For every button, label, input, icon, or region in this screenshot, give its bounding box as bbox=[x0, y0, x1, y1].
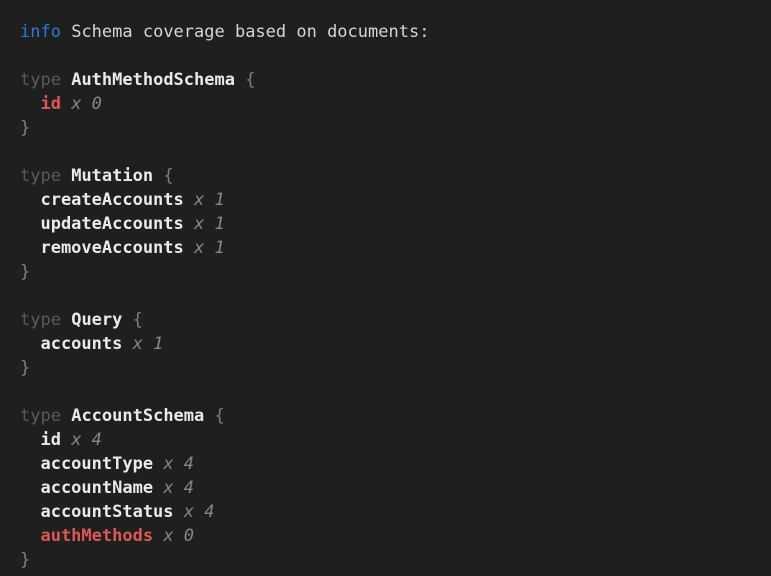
blank-line bbox=[20, 284, 759, 308]
field-coverage-row: authMethods x 0 bbox=[20, 524, 759, 548]
type-name: Mutation bbox=[71, 166, 153, 186]
type-declaration-line: type AccountSchema { bbox=[20, 404, 759, 428]
field-usage-count: x 4 bbox=[71, 430, 102, 450]
field-coverage-row: accountName x 4 bbox=[20, 476, 759, 500]
field-coverage-row: accountStatus x 4 bbox=[20, 500, 759, 524]
type-keyword: type bbox=[20, 310, 61, 330]
type-keyword: type bbox=[20, 166, 61, 186]
field-name: id bbox=[40, 430, 60, 450]
log-message: Schema coverage based on documents: bbox=[71, 22, 429, 42]
type-name: AuthMethodSchema bbox=[71, 70, 235, 90]
field-usage-count: x 4 bbox=[163, 454, 194, 474]
field-name: authMethods bbox=[40, 526, 153, 546]
field-coverage-row: createAccounts x 1 bbox=[20, 188, 759, 212]
field-name: id bbox=[40, 94, 60, 114]
field-coverage-row: accounts x 1 bbox=[20, 332, 759, 356]
type-keyword: type bbox=[20, 70, 61, 90]
field-usage-count: x 0 bbox=[163, 526, 194, 546]
field-coverage-row: id x 0 bbox=[20, 92, 759, 116]
log-level-info-label: info bbox=[20, 22, 61, 42]
type-declaration-line: type Query { bbox=[20, 308, 759, 332]
close-brace-line: } bbox=[20, 260, 759, 284]
close-brace: } bbox=[20, 262, 30, 282]
field-name: accountType bbox=[40, 454, 153, 474]
field-name: accountName bbox=[40, 478, 153, 498]
close-brace-line: } bbox=[20, 548, 759, 572]
field-usage-count: x 4 bbox=[184, 502, 215, 522]
field-usage-count: x 1 bbox=[194, 190, 225, 210]
field-name: createAccounts bbox=[40, 190, 183, 210]
type-name: AccountSchema bbox=[71, 406, 204, 426]
blank-line bbox=[20, 380, 759, 404]
field-coverage-row: updateAccounts x 1 bbox=[20, 212, 759, 236]
type-keyword: type bbox=[20, 406, 61, 426]
field-usage-count: x 4 bbox=[163, 478, 194, 498]
open-brace: { bbox=[215, 406, 225, 426]
field-name: removeAccounts bbox=[40, 238, 183, 258]
field-name: accounts bbox=[40, 334, 122, 354]
open-brace: { bbox=[163, 166, 173, 186]
blank-line bbox=[20, 140, 759, 164]
open-brace: { bbox=[245, 70, 255, 90]
close-brace-line: } bbox=[20, 356, 759, 380]
field-usage-count: x 1 bbox=[194, 214, 225, 234]
field-coverage-row: id x 4 bbox=[20, 428, 759, 452]
field-coverage-row: removeAccounts x 1 bbox=[20, 236, 759, 260]
type-declaration-line: type Mutation { bbox=[20, 164, 759, 188]
type-name: Query bbox=[71, 310, 122, 330]
field-name: accountStatus bbox=[40, 502, 173, 522]
field-usage-count: x 1 bbox=[133, 334, 164, 354]
type-declaration-line: type AuthMethodSchema { bbox=[20, 68, 759, 92]
terminal-output: info Schema coverage based on documents:… bbox=[0, 0, 771, 576]
open-brace: { bbox=[133, 310, 143, 330]
close-brace: } bbox=[20, 118, 30, 138]
blank-line bbox=[20, 44, 759, 68]
field-usage-count: x 1 bbox=[194, 238, 225, 258]
field-usage-count: x 0 bbox=[71, 94, 102, 114]
field-name: updateAccounts bbox=[40, 214, 183, 234]
close-brace-line: } bbox=[20, 116, 759, 140]
close-brace: } bbox=[20, 550, 30, 570]
field-coverage-row: accountType x 4 bbox=[20, 452, 759, 476]
log-header-line: info Schema coverage based on documents: bbox=[20, 20, 759, 44]
close-brace: } bbox=[20, 358, 30, 378]
